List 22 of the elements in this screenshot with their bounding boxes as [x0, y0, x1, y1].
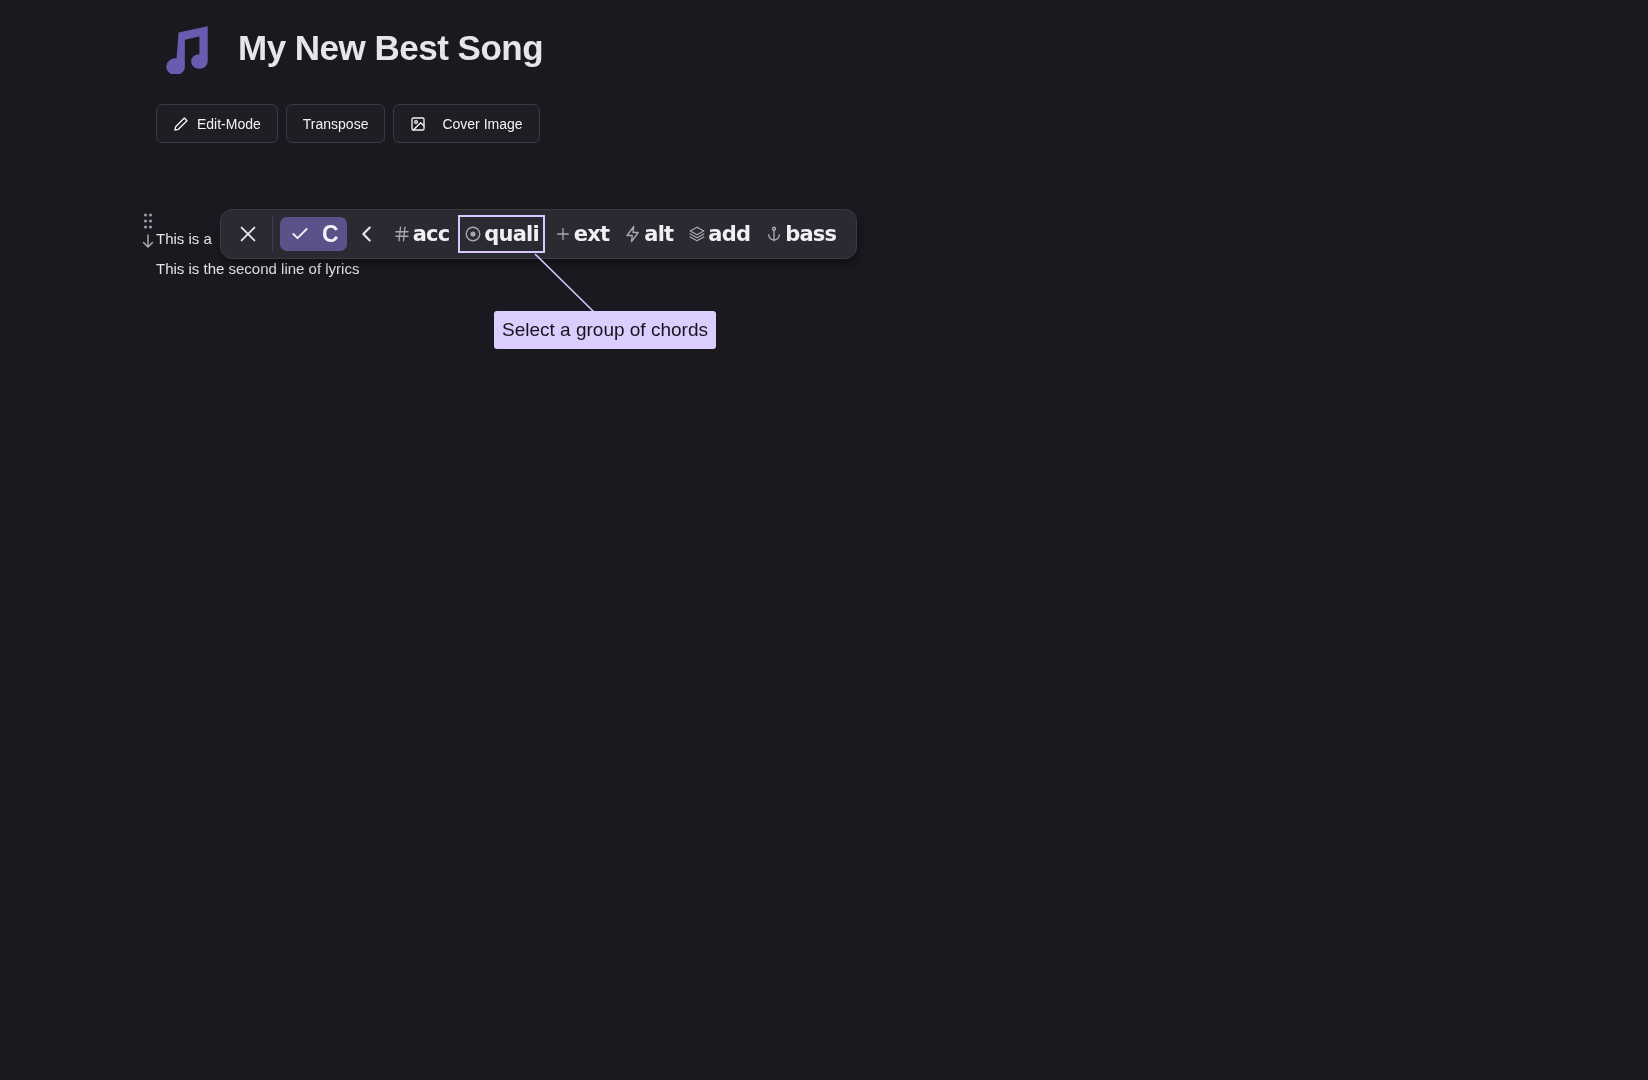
tooltip: Select a group of chords: [494, 311, 716, 349]
chord-group-button[interactable]: alt: [618, 215, 680, 253]
chord-group-button[interactable]: acc: [386, 215, 456, 253]
drag-handle-icon[interactable]: [143, 213, 153, 229]
lyric-line: This is a: [156, 230, 212, 248]
chord-group-button[interactable]: bass: [759, 215, 843, 253]
action-button[interactable]: Transpose: [285, 104, 386, 143]
arrow-down-icon[interactable]: [142, 234, 154, 248]
chord-group-button[interactable]: quali: [458, 215, 545, 253]
chord-group-button[interactable]: add: [682, 215, 757, 253]
leader-line: [534, 253, 595, 313]
layers-icon: [688, 225, 707, 243]
hash-icon: [392, 225, 411, 243]
action-button[interactable]: Edit-Mode: [156, 104, 278, 143]
action-button[interactable]: Cover Image: [393, 104, 540, 143]
chord-group-button[interactable]: ext: [547, 215, 616, 253]
image-icon: [410, 115, 427, 132]
pencil-icon: [173, 115, 189, 132]
chord-chip[interactable]: C: [280, 217, 347, 251]
lyric-line: This is the second line of lyrics: [156, 260, 360, 278]
song-title: My New Best Song: [238, 28, 544, 68]
target-icon: [464, 225, 483, 243]
